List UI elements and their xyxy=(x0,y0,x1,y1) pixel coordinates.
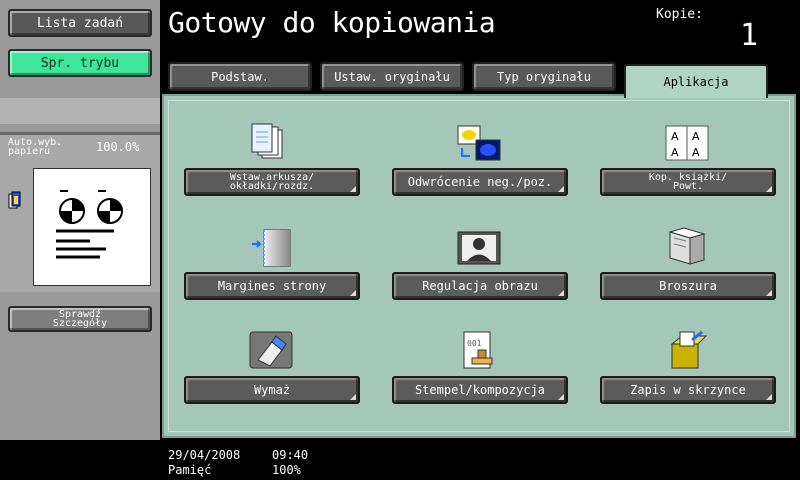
save-to-box-button[interactable]: Zapis w skrzynce xyxy=(600,376,776,404)
erase-button[interactable]: Wymaż xyxy=(184,376,360,404)
copy-preview xyxy=(33,168,151,286)
svg-text:A: A xyxy=(692,146,700,159)
image-adjust-icon xyxy=(457,231,501,265)
svg-text:A: A xyxy=(692,130,700,143)
neg-pos-icon xyxy=(457,125,501,161)
svg-text:A: A xyxy=(671,130,679,143)
tab-original-type[interactable]: Typ oryginału xyxy=(472,62,616,91)
paper-select-label: Auto.wyb. papieru xyxy=(8,137,63,157)
check-details-button[interactable]: Sprawdź Szczegóły xyxy=(8,306,152,332)
book-copy-repeat-button[interactable]: Kop. książki/ Powt. xyxy=(600,168,776,196)
sidebar-divider xyxy=(0,98,160,124)
sheet-insert-icon xyxy=(251,123,283,159)
neg-pos-reverse-button[interactable]: Odwrócenie neg./poz. xyxy=(392,168,568,196)
memory-value: 100% xyxy=(272,463,301,477)
copies-label: Kopie: xyxy=(656,7,703,22)
tab-basic[interactable]: Podstaw. xyxy=(168,62,312,91)
stamp-icon: 001 xyxy=(463,331,493,369)
tab-original-settings[interactable]: Ustaw. oryginału xyxy=(320,62,464,91)
page-margin-button[interactable]: Margines strony xyxy=(184,272,360,300)
job-list-button[interactable]: Lista zadań xyxy=(8,9,152,37)
svg-text:001: 001 xyxy=(467,339,482,348)
check-mode-button[interactable]: Spr. trybu xyxy=(8,49,152,77)
zoom-value: 100.0% xyxy=(96,140,140,154)
status-time: 09:40 xyxy=(272,448,309,462)
copies-count[interactable]: 1 xyxy=(740,18,758,53)
document-preview-icon xyxy=(56,190,123,259)
svg-text:A: A xyxy=(671,146,679,159)
erase-icon xyxy=(249,331,293,369)
status-bar xyxy=(160,440,800,480)
paper-tray-icon xyxy=(8,191,21,209)
memory-label: Pamięć xyxy=(168,463,212,477)
booklet-icon xyxy=(668,227,706,265)
insert-sheet-cover-button[interactable]: Wstaw.arkusza/ okładki/rozdz. xyxy=(184,168,360,196)
status-date: 29/04/2008 xyxy=(168,448,241,462)
stamp-composition-button[interactable]: Stempel/kompozycja xyxy=(392,376,568,404)
page-title: Gotowy do kopiowania xyxy=(168,6,496,39)
image-adjust-button[interactable]: Regulacja obrazu xyxy=(392,272,568,300)
tab-applications[interactable]: Aplikacja xyxy=(624,64,768,98)
booklet-button[interactable]: Broszura xyxy=(600,272,776,300)
save-box-icon xyxy=(670,330,708,369)
book-copy-icon: A A A A xyxy=(665,125,709,161)
page-margin-icon xyxy=(252,229,291,267)
